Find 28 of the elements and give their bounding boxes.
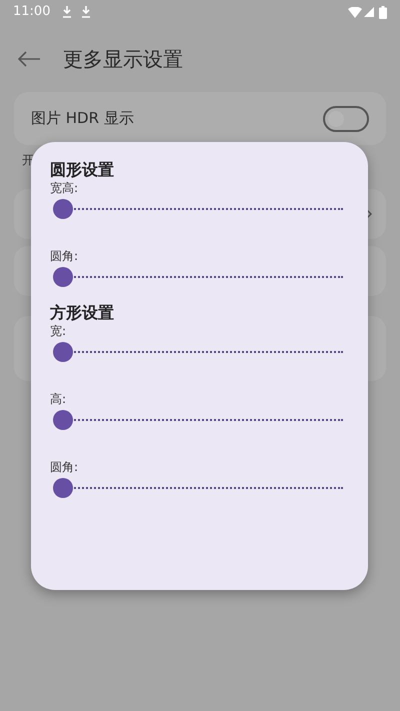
- slider-label: 圆角:: [50, 459, 80, 475]
- page-title: 更多显示设置: [63, 46, 183, 73]
- status-time: 11:00: [13, 3, 50, 22]
- slider-track[interactable]: [53, 342, 343, 362]
- download-icon: [81, 6, 92, 18]
- slider-label: 宽高:: [50, 180, 80, 196]
- slider-track[interactable]: [53, 267, 343, 287]
- slider-thumb[interactable]: [53, 342, 73, 362]
- slider-label: 宽:: [50, 323, 68, 339]
- slider-thumb[interactable]: [53, 410, 73, 430]
- slider-label: 高:: [50, 391, 68, 407]
- battery-icon: [379, 6, 387, 18]
- slider-thumb[interactable]: [53, 199, 73, 219]
- slider-track[interactable]: [53, 478, 343, 498]
- section-title: 方形设置: [50, 303, 115, 323]
- slider-track[interactable]: [53, 410, 343, 430]
- slider-thumb[interactable]: [53, 267, 73, 287]
- wifi-icon: [348, 6, 362, 18]
- chevron-icon: [366, 209, 372, 219]
- setting-label: 图片 HDR 显示: [31, 108, 135, 130]
- section-title: 圆形设置: [50, 160, 115, 180]
- toggle-switch[interactable]: [323, 106, 369, 132]
- back-icon[interactable]: [17, 51, 41, 67]
- slider-thumb[interactable]: [53, 478, 73, 498]
- signal-icon: [364, 7, 374, 17]
- download-icon: [62, 6, 72, 18]
- slider-track[interactable]: [53, 199, 343, 219]
- slider-label: 圆角:: [50, 248, 80, 264]
